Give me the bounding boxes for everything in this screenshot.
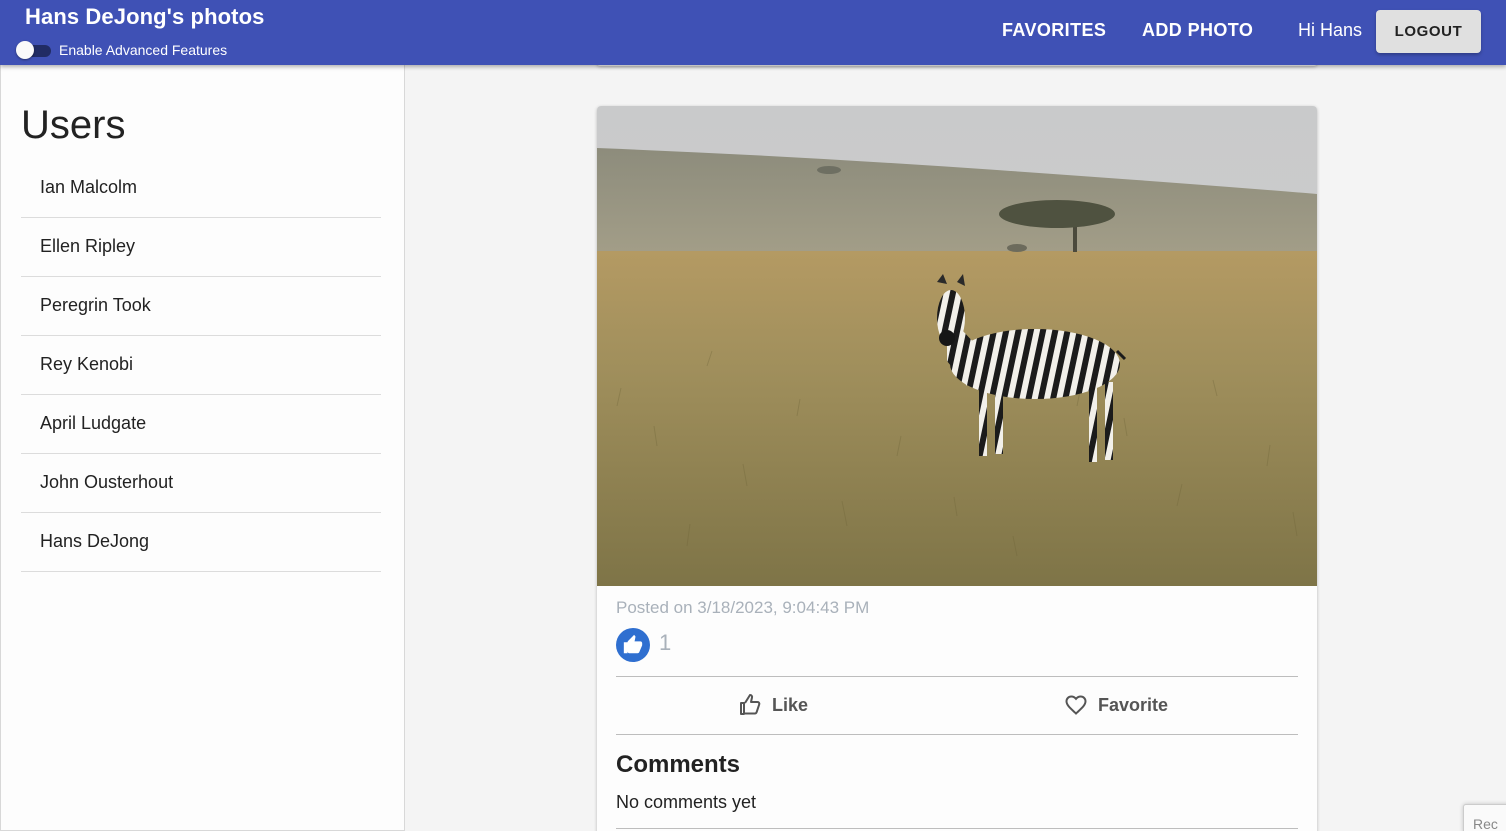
divider — [616, 828, 1298, 829]
logout-button[interactable]: LOGOUT — [1376, 10, 1481, 53]
no-comments-text: No comments yet — [616, 792, 757, 812]
thumbs-up-outline-icon — [740, 694, 761, 715]
divider — [616, 734, 1298, 735]
like-button[interactable]: Like — [738, 688, 808, 722]
users-heading: Users — [21, 103, 126, 147]
thumbs-up-icon — [623, 634, 643, 654]
user-list-item[interactable]: Hans DeJong — [21, 513, 381, 572]
heart-outline-icon — [1065, 695, 1087, 715]
user-list-item[interactable]: April Ludgate — [21, 395, 381, 454]
favorites-button[interactable]: FAVORITES — [1002, 20, 1106, 41]
user-list-item[interactable]: Ellen Ripley — [21, 218, 381, 277]
comments-heading: Comments — [616, 751, 741, 778]
add-photo-button[interactable]: ADD PHOTO — [1142, 20, 1253, 41]
zebra-photo — [597, 106, 1317, 586]
user-list-item[interactable]: Rey Kenobi — [21, 336, 381, 395]
favorite-button[interactable]: Favorite — [1064, 688, 1168, 722]
users-sidebar: Users Ian Malcolm Ellen Ripley Peregrin … — [0, 65, 405, 831]
user-list-item[interactable]: Ian Malcolm — [21, 159, 381, 218]
posted-date: Posted on 3/18/2023, 9:04:43 PM — [616, 598, 870, 617]
toggle-thumb — [16, 41, 34, 59]
favorite-button-label: Favorite — [1098, 694, 1169, 715]
user-list: Ian Malcolm Ellen Ripley Peregrin Took R… — [21, 159, 381, 572]
user-list-item[interactable]: Peregrin Took — [21, 277, 381, 336]
advanced-features-toggle[interactable] — [16, 41, 52, 59]
app-bar: Hans DeJong's photos Enable Advanced Fea… — [0, 0, 1506, 65]
user-greeting: Hi Hans — [1298, 20, 1363, 40]
like-count-icon — [616, 628, 650, 662]
corner-badge[interactable]: Rec — [1463, 804, 1506, 831]
photo-card: Posted on 3/18/2023, 9:04:43 PM 1 Like F… — [597, 106, 1317, 831]
app-title: Hans DeJong's photos — [25, 4, 265, 29]
divider — [616, 676, 1298, 677]
user-list-item[interactable]: John Ousterhout — [21, 454, 381, 513]
toggle-label: Enable Advanced Features — [59, 42, 228, 58]
like-count: 1 — [659, 630, 672, 655]
like-button-label: Like — [772, 694, 809, 715]
